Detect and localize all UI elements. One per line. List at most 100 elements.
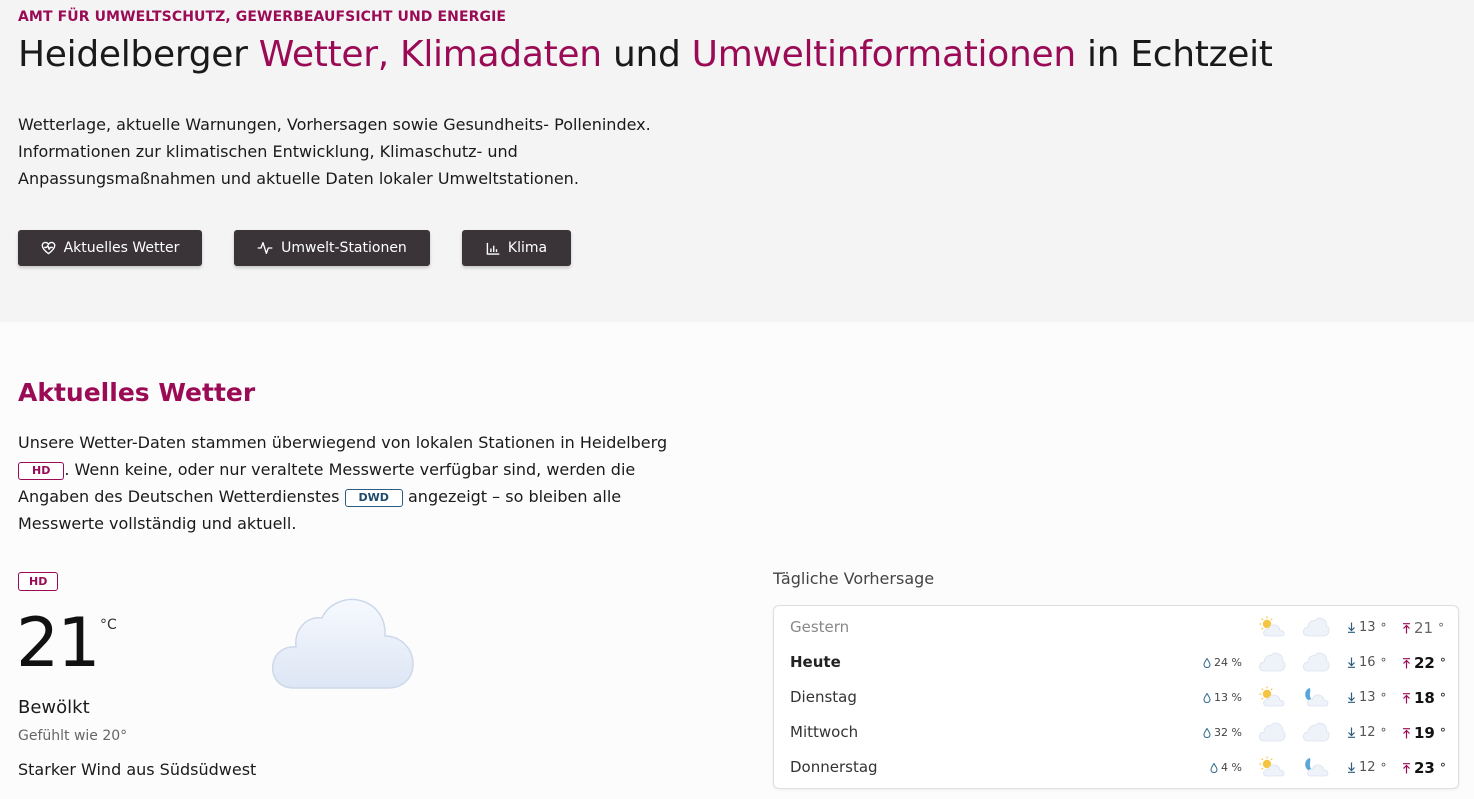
rain-value: 13 % (1214, 691, 1242, 704)
daily-forecast-card: Gestern 13 ° 21 ° Heute 24 % 16 ° 22 ° Dienstag 13 %… (773, 605, 1459, 789)
description-line: Messwerte vollständig und aktuell. (18, 514, 297, 533)
max-value: 19 (1414, 724, 1435, 742)
hero-description: Wetterlage, aktuelle Warnungen, Vorhersa… (18, 111, 698, 192)
max-temperature: 19 ° (1402, 724, 1446, 742)
climate-button[interactable]: Klima (462, 230, 571, 266)
max-temperature: 21 ° (1402, 619, 1444, 637)
department-label: AMT FÜR UMWELTSCHUTZ, GEWERBEAUFSICHT UN… (18, 9, 507, 25)
max-value: 18 (1414, 689, 1435, 707)
feels-like: Gefühlt wie 20° (18, 728, 128, 744)
rain-value: 32 % (1214, 726, 1242, 739)
button-label: Klima (507, 240, 548, 256)
description-line: Wetterlage, aktuelle Warnungen, Vorhersa… (18, 115, 651, 134)
environment-stations-button[interactable]: Umwelt-Stationen (234, 230, 430, 266)
min-temperature: 13 ° (1347, 620, 1387, 635)
title-part: Heidelberger (18, 34, 259, 75)
moon-cloud-icon (1302, 686, 1330, 712)
current-weather-button[interactable]: Aktuelles Wetter (18, 230, 202, 266)
description-line: Anpassungsmaßnahmen und aktuelle Daten l… (18, 169, 579, 188)
min-value: 12 (1359, 725, 1376, 740)
min-value: 13 (1359, 690, 1376, 705)
min-temperature: 12 ° (1347, 760, 1387, 775)
cloud-icon (1302, 651, 1330, 677)
max-arrow-icon (1403, 622, 1410, 633)
heart-pulse-icon (41, 241, 56, 255)
min-arrow-icon (1348, 657, 1355, 668)
moon-cloud-icon (1302, 756, 1330, 782)
forecast-row: Mittwoch 32 % 12 ° 19 ° (774, 715, 1460, 750)
cloud-icon (1302, 721, 1330, 747)
min-value: 12 (1359, 760, 1376, 775)
raindrop-icon (1203, 727, 1211, 738)
raindrop-icon (1203, 657, 1211, 668)
raindrop-icon (1210, 762, 1218, 773)
cloud-icon (1258, 721, 1286, 747)
partly-sunny-icon (1258, 616, 1286, 642)
forecast-row: Gestern 13 ° 21 ° (774, 610, 1460, 645)
title-highlight: Umweltinformationen (691, 34, 1076, 75)
section-description: Unsere Wetter-Daten stammen überwiegend … (18, 429, 718, 537)
max-arrow-icon (1403, 762, 1410, 773)
max-temperature: 22 ° (1402, 654, 1446, 672)
description-text: Angaben des Deutschen Wetterdienstes (18, 487, 340, 506)
rain-probability: 32 % (1202, 726, 1242, 739)
description-line: Informationen zur klimatischen Entwicklu… (18, 142, 518, 161)
min-temperature: 12 ° (1347, 725, 1387, 740)
min-arrow-icon (1348, 692, 1355, 703)
forecast-day: Heute (790, 653, 841, 671)
rain-probability: 13 % (1202, 691, 1242, 704)
max-arrow-icon (1403, 657, 1410, 668)
current-temperature: 21 (16, 604, 101, 683)
min-arrow-icon (1348, 622, 1355, 633)
rain-probability: 24 % (1202, 656, 1242, 669)
partly-sunny-icon (1258, 686, 1286, 712)
dwd-badge: DWD (344, 489, 403, 507)
description-text: angezeigt – so bleiben alle (408, 487, 622, 506)
forecast-row: Heute 24 % 16 ° 22 ° (774, 645, 1460, 680)
rain-value: 24 % (1214, 656, 1242, 669)
min-arrow-icon (1348, 762, 1355, 773)
max-temperature: 18 ° (1402, 689, 1446, 707)
button-label: Aktuelles Wetter (63, 240, 180, 256)
activity-icon (257, 242, 273, 254)
max-value: 22 (1414, 654, 1435, 672)
forecast-row: Donnerstag 4 % 12 ° 23 ° (774, 750, 1460, 785)
cloud-icon (1302, 616, 1330, 642)
page-title: Heidelberger Wetter, Klimadaten und Umwe… (18, 34, 1273, 75)
max-temperature: 23 ° (1402, 759, 1446, 777)
title-part: und (601, 34, 692, 75)
description-text: . Wenn keine, oder nur veraltete Messwer… (64, 460, 636, 479)
cloud-icon (1258, 651, 1286, 677)
section-title: Aktuelles Wetter (18, 378, 256, 407)
max-arrow-icon (1403, 727, 1410, 738)
max-arrow-icon (1403, 692, 1410, 703)
button-label: Umwelt-Stationen (281, 240, 407, 256)
hd-badge: HD (18, 462, 65, 480)
raindrop-icon (1203, 692, 1211, 703)
wind-description: Starker Wind aus Südsüdwest (18, 760, 257, 779)
partly-sunny-icon (1258, 756, 1286, 782)
max-value: 23 (1414, 759, 1435, 777)
current-condition: Bewölkt (18, 697, 90, 718)
forecast-day: Donnerstag (790, 758, 878, 776)
forecast-title: Tägliche Vorhersage (773, 569, 935, 588)
min-temperature: 13 ° (1347, 690, 1387, 705)
cloud-icon (271, 598, 414, 689)
rain-probability: 4 % (1202, 761, 1242, 774)
title-part: in Echtzeit (1075, 34, 1273, 75)
forecast-day: Mittwoch (790, 723, 859, 741)
source-badge: HD (18, 572, 59, 591)
forecast-day: Gestern (790, 618, 850, 636)
min-value: 13 (1359, 620, 1376, 635)
title-highlight: Wetter, Klimadaten (258, 34, 602, 75)
forecast-row: Dienstag 13 % 13 ° 18 ° (774, 680, 1460, 715)
description-line: HD. Wenn keine, oder nur veraltete Messw… (18, 456, 718, 483)
rain-value: 4 % (1221, 761, 1242, 774)
description-line: Unsere Wetter-Daten stammen überwiegend … (18, 433, 668, 452)
min-value: 16 (1359, 655, 1376, 670)
min-temperature: 16 ° (1347, 655, 1387, 670)
hero-section: AMT FÜR UMWELTSCHUTZ, GEWERBEAUFSICHT UN… (0, 0, 1474, 322)
min-arrow-icon (1348, 727, 1355, 738)
temperature-unit: °C (100, 617, 117, 633)
max-value: 21 (1414, 619, 1434, 637)
